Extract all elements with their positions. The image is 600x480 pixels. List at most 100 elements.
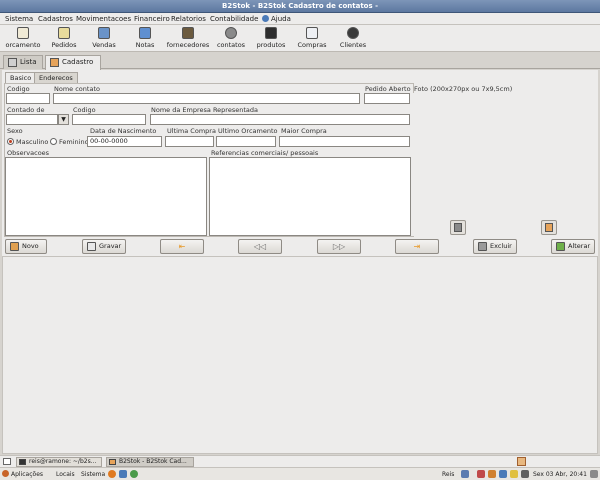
gravar-button[interactable]: Gravar — [82, 239, 126, 254]
empresa-input[interactable] — [150, 114, 410, 125]
menu-bar: Sistema Cadastros Movimentacoes Financei… — [0, 13, 600, 25]
panel-menu-locais[interactable]: Locais — [56, 470, 75, 479]
sales-icon — [98, 27, 110, 39]
referencias-textarea[interactable] — [209, 157, 411, 236]
menu-financeiro[interactable]: Financeiro — [134, 14, 170, 24]
next-arrow-icon: ▷▷ — [332, 242, 346, 251]
tab-cadastro[interactable]: Cadastro — [45, 55, 101, 70]
gnome-panel: Aplicações Locais Sistema Reis Sex 03 Ab… — [0, 467, 600, 480]
tab-basico[interactable]: Basico — [5, 72, 37, 83]
list-icon — [8, 58, 17, 67]
trash-applet-icon[interactable] — [517, 457, 526, 466]
last-record-button[interactable]: ⇥ — [395, 239, 439, 254]
toolbar-pedidos-button[interactable]: Pedidos — [50, 27, 78, 51]
prev-record-button[interactable]: ◁◁ — [238, 239, 282, 254]
power-icon[interactable] — [590, 470, 598, 478]
toolbar-fornecedores-button[interactable]: fornecedores — [166, 27, 210, 51]
updates-icon[interactable] — [477, 470, 485, 478]
toolbar-contatos-button[interactable]: contatos — [216, 27, 246, 51]
next-record-button[interactable]: ▷▷ — [317, 239, 361, 254]
maior-compra-input[interactable] — [279, 136, 410, 147]
contado-de-combo[interactable] — [6, 114, 58, 125]
menu-ajuda[interactable]: Ajuda — [262, 14, 291, 24]
nome-contato-input[interactable] — [53, 93, 360, 104]
window-titlebar: B2Stok - B2Stok Cadastro de contatos - — [0, 0, 600, 13]
notification-icon[interactable] — [488, 470, 496, 478]
help-icon — [262, 15, 269, 22]
task-b2stok-label: B2Stok - B2Stok Cad... — [119, 458, 187, 465]
toolbar-label: Pedidos — [51, 41, 77, 49]
data-nascimento-input[interactable]: 00-00-0000 — [87, 136, 162, 147]
help-launcher-icon[interactable] — [130, 470, 138, 478]
edit-arrow-icon — [556, 242, 565, 251]
toolbar-label: Notas — [135, 41, 155, 49]
photo-load-button[interactable] — [541, 220, 557, 235]
codigo2-input[interactable] — [72, 114, 146, 125]
notes-icon — [139, 27, 151, 39]
first-record-button[interactable]: ⇤ — [160, 239, 204, 254]
terminal-icon — [19, 459, 26, 465]
toolbar-clientes-button[interactable]: Clientes — [338, 27, 368, 51]
novo-label: Novo — [22, 242, 39, 250]
last-arrow-icon: ⇥ — [413, 242, 421, 251]
menu-cadastros[interactable]: Cadastros — [38, 14, 73, 24]
show-desktop-icon[interactable] — [3, 458, 11, 465]
ultima-compra-input[interactable] — [165, 136, 214, 147]
codigo-input[interactable] — [6, 93, 50, 104]
truck-icon — [182, 27, 194, 39]
excluir-label: Excluir — [490, 242, 512, 250]
chevron-down-icon: ▼ — [61, 116, 66, 123]
novo-button[interactable]: Novo — [5, 239, 47, 254]
task-terminal-label: reis@ramone: ~/b2s... — [29, 458, 97, 465]
panel-menu-aplicacoes[interactable]: Aplicações — [11, 470, 43, 479]
toolbar-vendas-button[interactable]: Vendas — [91, 27, 117, 51]
radio-masculino[interactable] — [7, 138, 14, 145]
app-icon — [109, 459, 116, 465]
photo-clear-button[interactable] — [450, 220, 466, 235]
maior-compra-label: Maior Compra — [281, 127, 327, 135]
panel-clock[interactable]: Sex 03 Abr, 20:41 — [533, 470, 587, 479]
toolbar-compras-button[interactable]: Compras — [297, 27, 327, 51]
clients-icon — [347, 27, 359, 39]
excluir-button[interactable]: Excluir — [473, 239, 517, 254]
tab-lista[interactable]: Lista — [3, 55, 43, 69]
codigo-label: Codigo — [7, 85, 30, 93]
alterar-button[interactable]: Alterar — [551, 239, 595, 254]
combo-dropdown-button[interactable]: ▼ — [58, 114, 69, 125]
photo-area — [413, 93, 596, 236]
menu-movimentacoes[interactable]: Movimentacoes — [76, 14, 131, 24]
battery-icon[interactable] — [510, 470, 518, 478]
panel-menu-sistema[interactable]: Sistema — [81, 470, 105, 479]
toolbar-orcamento-button[interactable]: orcamento — [4, 27, 42, 51]
tab-enderecos[interactable]: Enderecos — [34, 72, 78, 83]
panel-user[interactable]: Reis — [442, 470, 454, 479]
toolbar-label: Vendas — [92, 41, 116, 49]
mail-icon[interactable] — [119, 470, 127, 478]
task-b2stok[interactable]: B2Stok - B2Stok Cad... — [106, 457, 194, 467]
masculino-label: Masculino — [16, 138, 49, 146]
new-icon — [10, 242, 19, 251]
radio-feminino[interactable] — [50, 138, 57, 145]
toolbar: orcamento Pedidos Vendas Notas fornecedo… — [0, 25, 600, 52]
chat-icon[interactable] — [499, 470, 507, 478]
toolbar-notas-button[interactable]: Notas — [133, 27, 157, 51]
menu-contabilidade[interactable]: Contabilidade — [210, 14, 258, 24]
sexo-label: Sexo — [7, 127, 23, 135]
save-icon — [87, 242, 96, 251]
firefox-icon[interactable] — [108, 470, 116, 478]
task-terminal[interactable]: reis@ramone: ~/b2s... — [16, 457, 102, 467]
menu-sistema[interactable]: Sistema — [5, 14, 33, 24]
gravar-label: Gravar — [99, 242, 122, 250]
ultima-compra-label: Ultima Compra — [167, 127, 216, 135]
pedido-aberto-input[interactable] — [364, 93, 410, 104]
network-icon[interactable] — [461, 470, 469, 478]
pedido-aberto-label: Pedido Aberto — [365, 85, 411, 93]
menu-ajuda-label: Ajuda — [271, 15, 291, 23]
ultimo-orcamento-input[interactable] — [216, 136, 276, 147]
toolbar-produtos-button[interactable]: produtos — [256, 27, 286, 51]
volume-icon[interactable] — [521, 470, 529, 478]
taskbar: reis@ramone: ~/b2s... B2Stok - B2Stok Ca… — [0, 455, 600, 467]
observacoes-label: Observacoes — [7, 149, 50, 157]
menu-relatorios[interactable]: Relatorios — [171, 14, 206, 24]
observacoes-textarea[interactable] — [5, 157, 207, 236]
